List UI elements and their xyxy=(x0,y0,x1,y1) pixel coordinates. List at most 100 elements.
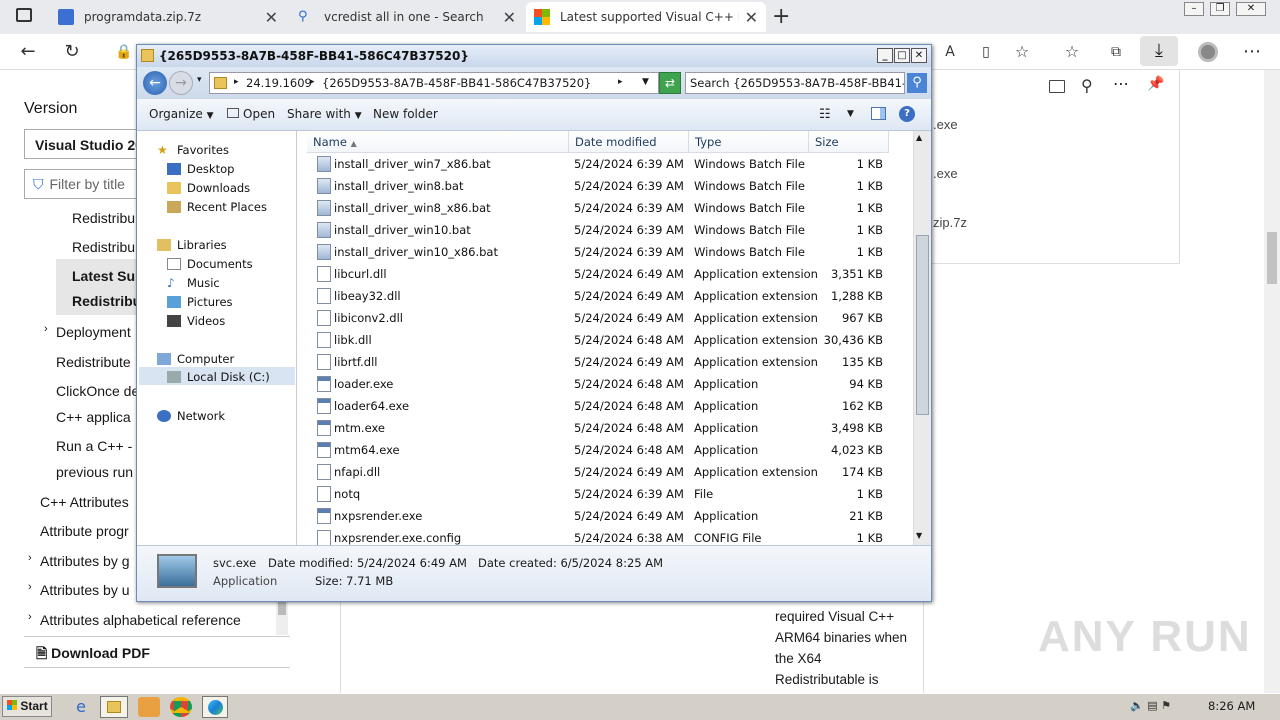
toc-item[interactable]: previous run xyxy=(56,464,133,480)
nav-network[interactable]: Network xyxy=(157,409,225,423)
minimize-button[interactable]: _ xyxy=(877,48,893,63)
file-row[interactable]: librtf.dll 5/24/2024 6:49 AM Application e… xyxy=(297,351,913,373)
nav-favorites[interactable]: ★ Favorites xyxy=(157,143,229,157)
toc-item[interactable]: C++ Attributes xyxy=(40,494,129,510)
chevron-right-icon[interactable]: › xyxy=(28,611,32,623)
tab-actions-icon[interactable] xyxy=(16,8,32,22)
scroll-thumb[interactable] xyxy=(1267,232,1277,284)
file-row[interactable]: libeay32.dll 5/24/2024 6:49 AM Application… xyxy=(297,285,913,307)
download-item[interactable]: .exe xyxy=(933,117,958,132)
file-list-scrollbar[interactable]: ▲ ▼ xyxy=(913,131,931,545)
media-player-icon[interactable] xyxy=(138,697,160,717)
scroll-thumb[interactable] xyxy=(916,235,929,415)
start-button[interactable]: Start xyxy=(2,696,52,717)
breadcrumb-arrow-icon[interactable]: ▸ xyxy=(234,77,239,87)
flag-icon[interactable]: ⚑ xyxy=(1161,699,1171,712)
column-size[interactable]: Size xyxy=(809,131,889,153)
nav-videos[interactable]: Videos xyxy=(167,314,225,328)
file-row[interactable]: nxpsrender.exe 5/24/2024 6:49 AM Applicati… xyxy=(297,505,913,527)
open-button[interactable]: Open xyxy=(227,107,275,121)
toc-item[interactable]: Redistribu xyxy=(72,210,135,226)
toc-item[interactable]: ClickOnce de xyxy=(56,383,139,399)
toc-item[interactable]: Attributes alphabetical reference xyxy=(40,612,241,628)
edge-icon[interactable] xyxy=(202,696,228,718)
nav-local-disk[interactable]: Local Disk (C:) xyxy=(167,370,270,384)
maximize-button[interactable]: □ xyxy=(894,48,910,63)
breadcrumb-arrow-icon[interactable]: ▸ xyxy=(618,77,623,87)
file-row[interactable]: notq 5/24/2024 6:39 AM File 1 KB xyxy=(297,483,913,505)
file-row[interactable]: install_driver_win8_x86.bat 5/24/2024 6:3… xyxy=(297,197,913,219)
toc-item[interactable]: Run a C++ - xyxy=(56,438,132,454)
toc-item[interactable]: Attribute progr xyxy=(40,523,129,539)
toc-item[interactable]: Deployment xyxy=(56,324,131,340)
tab-programdata[interactable]: programdata.zip.7z ✕ xyxy=(50,2,286,32)
downloads-button[interactable]: ⤓ xyxy=(1140,36,1178,66)
close-window-button[interactable]: ✕ xyxy=(1236,2,1266,16)
file-row[interactable]: mtm64.exe 5/24/2024 6:48 AM Application 4,0… xyxy=(297,439,913,461)
nav-downloads[interactable]: Downloads xyxy=(167,181,250,195)
toc-item[interactable]: Attributes by g xyxy=(40,553,130,569)
breadcrumb-segment[interactable]: {265D9553-8A7B-458F-BB41-586C47B37520} xyxy=(322,76,591,90)
nav-recent[interactable]: Recent Places xyxy=(167,200,267,214)
file-row[interactable]: nfapi.dll 5/24/2024 6:49 AM Application ex… xyxy=(297,461,913,483)
explorer-taskbar-icon[interactable] xyxy=(100,696,128,718)
toc-item-selected[interactable]: Redistribu xyxy=(72,293,141,309)
download-item[interactable]: .exe xyxy=(933,166,958,181)
share-with-button[interactable]: Share with ▼ xyxy=(287,107,362,121)
chrome-icon[interactable] xyxy=(170,697,192,717)
more-icon[interactable]: ⋯ xyxy=(1113,74,1129,93)
search-icon[interactable]: ⚲ xyxy=(907,73,927,93)
view-options-icon[interactable]: ☷ xyxy=(819,107,831,122)
column-date[interactable]: Date modified xyxy=(569,131,689,153)
chevron-right-icon[interactable]: › xyxy=(44,323,48,335)
profile-avatar[interactable] xyxy=(1198,42,1218,62)
ie-icon[interactable]: e xyxy=(70,697,92,717)
search-box[interactable]: Search {265D9553-8A7B-458F-BB41-5... xyxy=(685,72,905,94)
pin-icon[interactable]: 📌 xyxy=(1147,76,1164,92)
organize-button[interactable]: Organize ▼ xyxy=(149,107,214,121)
file-row[interactable]: install_driver_win10.bat 5/24/2024 6:39 A… xyxy=(297,219,913,241)
refresh-icon[interactable]: ⇄ xyxy=(659,72,681,94)
toc-item-selected[interactable]: Latest Sup xyxy=(72,268,144,284)
close-icon[interactable]: ✕ xyxy=(503,8,516,27)
toc-item[interactable]: Redistribute xyxy=(56,354,131,370)
tab-visual-cpp[interactable]: Latest supported Visual C++ Red ✕ xyxy=(526,2,766,32)
nav-libraries[interactable]: Libraries xyxy=(157,238,227,252)
maximize-button[interactable]: ❐ xyxy=(1210,2,1230,16)
file-row[interactable]: libk.dll 5/24/2024 6:48 AM Application ext… xyxy=(297,329,913,351)
help-icon[interactable]: ? xyxy=(899,106,915,122)
file-row[interactable]: libiconv2.dll 5/24/2024 6:49 AM Applicatio… xyxy=(297,307,913,329)
file-row[interactable]: install_driver_win10_x86.bat 5/24/2024 6:… xyxy=(297,241,913,263)
favorites-icon[interactable]: ☆ xyxy=(1060,40,1084,64)
scroll-down-arrow[interactable]: ▼ xyxy=(916,531,922,540)
nav-pictures[interactable]: Pictures xyxy=(167,295,233,309)
toc-item[interactable]: Redistribu xyxy=(72,239,135,255)
file-row[interactable]: mtm.exe 5/24/2024 6:48 AM Application 3,498… xyxy=(297,417,913,439)
column-name[interactable]: Name ▲ xyxy=(307,131,569,153)
download-item[interactable]: zip.7z xyxy=(933,215,967,230)
path-box[interactable]: ▸ 24.19.1609 ▸ {265D9553-8A7B-458F-BB41-… xyxy=(209,72,659,94)
toc-item[interactable]: C++ applica xyxy=(56,409,131,425)
chevron-down-icon[interactable]: ▾ xyxy=(197,75,202,85)
network-tray-icon[interactable]: ▤ xyxy=(1147,699,1157,712)
toc-item[interactable]: Attributes by u xyxy=(40,582,130,598)
new-tab-button[interactable]: + xyxy=(772,4,790,29)
clock[interactable]: 8:26 AM xyxy=(1208,699,1255,713)
file-row[interactable]: loader.exe 5/24/2024 6:48 AM Application 94… xyxy=(297,373,913,395)
nav-desktop[interactable]: Desktop xyxy=(167,162,234,176)
toc-scroll-thumb[interactable] xyxy=(278,601,286,615)
breadcrumb-arrow-icon[interactable]: ▸ xyxy=(310,77,315,87)
breadcrumb-segment[interactable]: 24.19.1609 xyxy=(246,76,312,90)
close-icon[interactable]: ✕ xyxy=(745,8,758,27)
nav-computer[interactable]: Computer xyxy=(157,352,234,366)
collections-icon[interactable]: ⧉ xyxy=(1104,40,1128,64)
close-button[interactable]: ✕ xyxy=(911,48,927,63)
page-scrollbar[interactable] xyxy=(1264,70,1280,693)
folder-icon[interactable] xyxy=(1049,80,1065,93)
close-icon[interactable]: ✕ xyxy=(265,8,278,27)
preview-pane-icon[interactable] xyxy=(871,107,886,120)
read-aloud-icon[interactable]: A xyxy=(938,40,962,64)
back-button[interactable]: ← xyxy=(143,71,167,95)
forward-button[interactable]: → xyxy=(169,71,193,95)
dropdown-icon[interactable]: ▼ xyxy=(642,77,649,87)
